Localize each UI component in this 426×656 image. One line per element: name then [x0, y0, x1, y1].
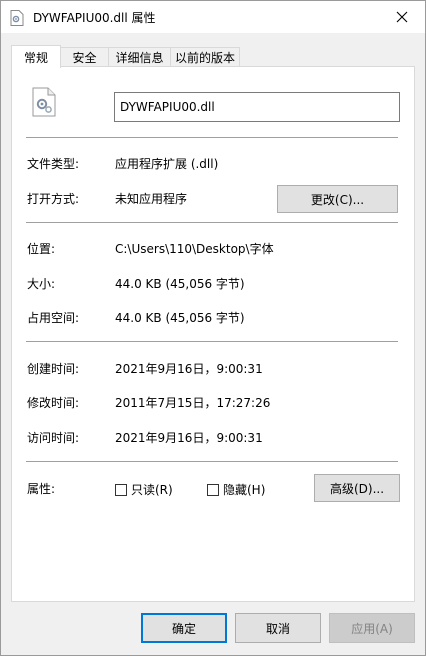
- window-title: DYWFAPIU00.dll 属性: [33, 11, 156, 25]
- accessed-label: 访问时间:: [27, 431, 80, 445]
- tab-previous-versions[interactable]: 以前的版本: [170, 47, 240, 67]
- location-label: 位置:: [27, 242, 56, 256]
- separator: [26, 341, 398, 342]
- readonly-checkbox-box[interactable]: [115, 483, 127, 496]
- tab-label: 详细信息: [115, 51, 164, 65]
- file-name-input[interactable]: [114, 92, 400, 122]
- cancel-button[interactable]: 取消: [235, 613, 321, 643]
- tab-label: 常规: [23, 50, 48, 65]
- tab-general[interactable]: 常规: [11, 45, 61, 68]
- opens-with-label: 打开方式:: [27, 192, 80, 206]
- tab-label: 以前的版本: [174, 51, 235, 65]
- readonly-checkbox-label: 只读(R): [131, 483, 173, 497]
- location-value: C:\Users\110\Desktop\字体: [115, 242, 274, 256]
- apply-button-label: 应用(A): [351, 621, 393, 636]
- size-label: 大小:: [27, 277, 56, 291]
- dll-file-icon: [10, 10, 24, 26]
- size-value: 44.0 KB (45,056 字节): [115, 277, 245, 291]
- opens-with-value: 未知应用程序: [115, 192, 188, 206]
- apply-button[interactable]: 应用(A): [329, 613, 415, 643]
- modified-label: 修改时间:: [27, 396, 80, 410]
- tab-label: 安全: [72, 51, 97, 65]
- modified-value: 2011年7月15日，17:27:26: [115, 396, 271, 410]
- separator: [26, 222, 398, 223]
- file-type-value: 应用程序扩展 (.dll): [115, 157, 219, 171]
- accessed-value: 2021年9月16日，9:00:31: [115, 431, 263, 445]
- created-value: 2021年9月16日，9:00:31: [115, 362, 263, 376]
- ok-button-label: 确定: [171, 621, 196, 636]
- hidden-checkbox[interactable]: 隐藏(H): [207, 481, 265, 498]
- close-button[interactable]: [379, 1, 425, 33]
- hidden-checkbox-label: 隐藏(H): [223, 483, 266, 497]
- size-on-disk-value: 44.0 KB (45,056 字节): [115, 311, 245, 325]
- separator: [26, 461, 398, 462]
- general-panel: 文件类型: 应用程序扩展 (.dll) 打开方式: 未知应用程序 更改(C)..…: [11, 66, 415, 602]
- separator: [26, 137, 398, 138]
- attributes-label: 属性:: [27, 482, 56, 496]
- tab-security[interactable]: 安全: [60, 47, 109, 67]
- cancel-button-label: 取消: [265, 621, 290, 636]
- advanced-button-label: 高级(D)...: [329, 481, 385, 496]
- created-label: 创建时间:: [27, 362, 80, 376]
- advanced-button[interactable]: 高级(D)...: [314, 474, 400, 502]
- readonly-checkbox[interactable]: 只读(R): [115, 481, 173, 498]
- properties-dialog: DYWFAPIU00.dll 属性 常规 安全 详细信息 以前的版本 DYWFA…: [0, 0, 426, 656]
- close-icon: [396, 11, 408, 23]
- change-button[interactable]: 更改(C)...: [277, 185, 398, 213]
- ok-button[interactable]: 确定: [141, 613, 227, 643]
- change-button-label: 更改(C)...: [310, 192, 365, 207]
- tab-details[interactable]: 详细信息: [108, 47, 171, 67]
- dll-file-icon: [32, 87, 56, 117]
- file-type-label: 文件类型:: [27, 157, 80, 171]
- title-bar[interactable]: DYWFAPIU00.dll 属性: [1, 1, 425, 33]
- size-on-disk-label: 占用空间:: [27, 311, 80, 325]
- hidden-checkbox-box[interactable]: [207, 483, 219, 496]
